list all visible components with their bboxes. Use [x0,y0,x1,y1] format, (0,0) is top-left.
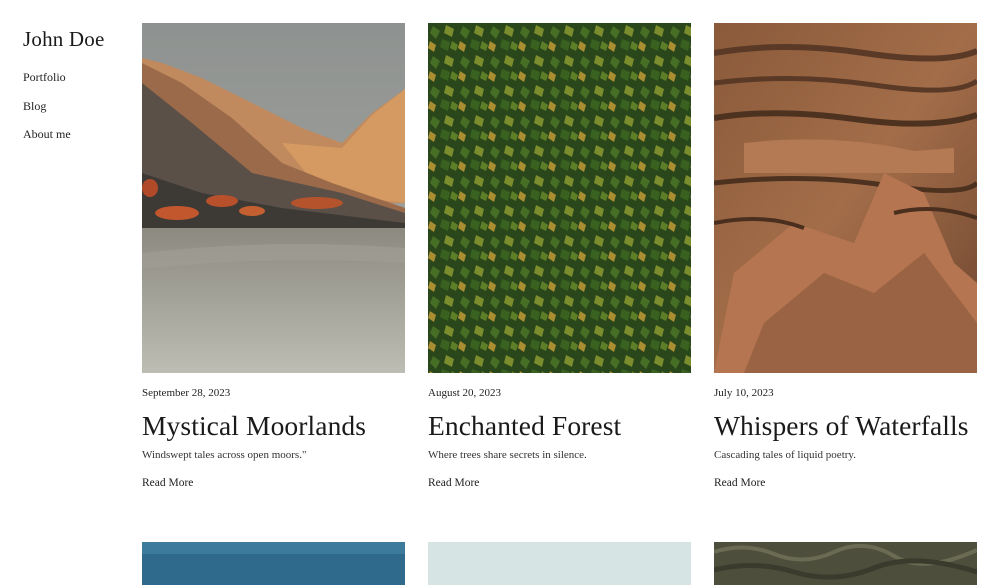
post-title[interactable]: Whispers of Waterfalls [714,410,977,442]
post-date: August 20, 2023 [428,387,502,399]
post-title[interactable]: Enchanted Forest [428,410,691,442]
post-excerpt: Cascading tales of liquid poetry. [714,449,856,461]
post-image-pale-sky[interactable] [428,542,691,585]
post-image-ocean[interactable] [142,542,405,585]
post-image-green-leaves[interactable] [428,23,691,373]
post-date: July 10, 2023 [714,387,774,399]
post-card: July 10, 2023 Whispers of Waterfalls Cas… [714,23,977,490]
post-title[interactable]: Mystical Moorlands [142,410,405,442]
read-more-link[interactable]: Read More [142,477,193,490]
post-excerpt: Where trees share secrets in silence. [428,449,587,461]
site-title[interactable]: John Doe [23,26,123,52]
main-nav: Portfolio Blog About me [23,70,123,141]
post-card: August 20, 2023 Enchanted Forest Where t… [428,23,691,490]
read-more-link[interactable]: Read More [428,477,479,490]
read-more-link[interactable]: Read More [714,477,765,490]
nav-item-blog[interactable]: Blog [23,99,123,113]
post-image-dark-texture[interactable] [714,542,977,585]
nav-item-about-me[interactable]: About me [23,127,123,141]
sidebar: John Doe Portfolio Blog About me [23,26,123,156]
nav-item-portfolio[interactable]: Portfolio [23,70,123,84]
post-excerpt: Windswept tales across open moors." [142,449,307,461]
post-card: September 28, 2023 Mystical Moorlands Wi… [142,23,405,490]
post-image-tree-bark[interactable] [714,23,977,373]
post-date: September 28, 2023 [142,387,231,399]
post-image-mountain-valley[interactable] [142,23,405,373]
